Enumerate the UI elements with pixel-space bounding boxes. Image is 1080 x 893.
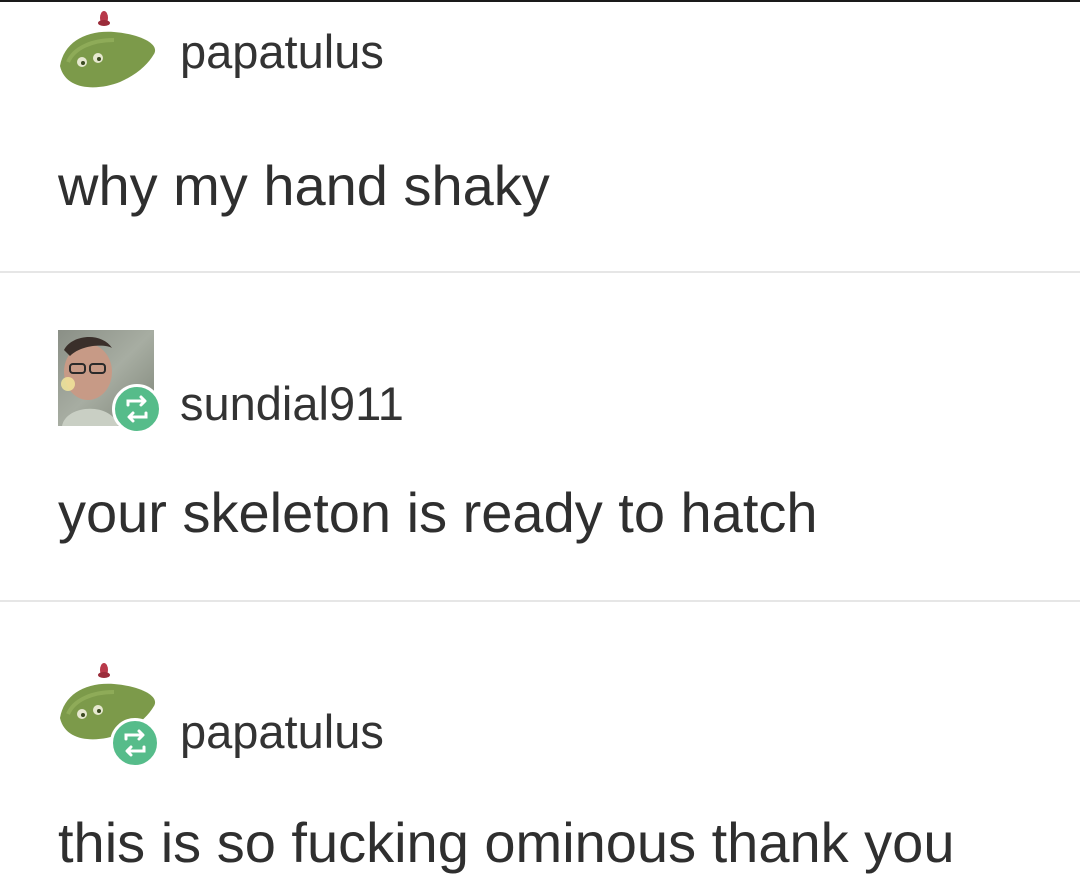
post-header: papatulus <box>56 8 956 108</box>
post: sundial911 your skeleton is ready to hat… <box>0 273 1080 601</box>
post-header: sundial911 <box>56 328 956 434</box>
reblog-icon <box>126 395 148 423</box>
post-body: this is so fucking ominous thank you <box>58 811 955 874</box>
username[interactable]: sundial911 <box>180 380 404 427</box>
post-header: papatulus <box>56 660 956 768</box>
green-blob-avatar-icon[interactable] <box>56 8 166 108</box>
reblog-badge <box>110 718 160 768</box>
username[interactable]: papatulus <box>180 708 384 755</box>
username[interactable]: papatulus <box>180 28 384 75</box>
post: papatulus this is so fucking ominous tha… <box>0 602 1080 893</box>
post-body: why my hand shaky <box>58 154 550 217</box>
reblog-badge <box>112 384 162 434</box>
reblog-icon <box>124 729 146 757</box>
post: papatulus why my hand shaky <box>0 0 1080 272</box>
post-body: your skeleton is ready to hatch <box>58 481 818 544</box>
